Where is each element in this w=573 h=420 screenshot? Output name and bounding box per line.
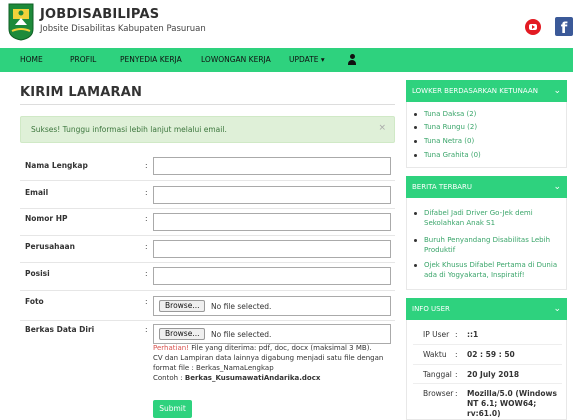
nav-update-dropdown[interactable]: UPDATE ▾ <box>289 48 325 72</box>
colon: : <box>145 269 148 278</box>
berita-panel-title: BERITA TERBARU <box>412 183 473 191</box>
youtube-icon[interactable] <box>525 19 541 35</box>
foto-file-input[interactable]: Browse... No file selected. <box>153 296 391 316</box>
label-foto: Foto <box>25 297 44 306</box>
chevron-down-icon[interactable]: ⌄ <box>553 176 561 198</box>
colon: : <box>455 330 458 339</box>
nav-penyedia-kerja[interactable]: PENYEDIA KERJA <box>120 48 182 72</box>
berita-panel-header[interactable]: BERITA TERBARU ⌄ <box>406 176 567 198</box>
info-user-panel: IP User : ::1 Waktu : 02 : 59 : 50 Tangg… <box>406 320 567 420</box>
lowker-item[interactable]: Tuna Rungu (2) <box>413 123 477 131</box>
info-label-ip: IP User <box>423 330 450 339</box>
note-line-2: CV dan Lampiran data lainnya digabung me… <box>153 354 384 372</box>
row-divider <box>413 364 562 365</box>
kabupaten-pasuruan-logo-icon[interactable] <box>7 3 35 41</box>
success-message: Sukses! Tunggu informasi lebih lanjut me… <box>31 125 227 134</box>
row-divider <box>20 235 395 236</box>
email-input[interactable] <box>153 186 391 204</box>
row-divider <box>20 180 395 181</box>
upload-note: Perhatian! File yang diterima: pdf, doc,… <box>153 343 398 383</box>
colon: : <box>145 188 148 197</box>
news-item[interactable]: Ojek Khusus Difabel Pertama di Dunia ada… <box>414 260 565 280</box>
label-nama-lengkap: Nama Lengkap <box>25 161 88 170</box>
nama-lengkap-input[interactable] <box>153 157 391 175</box>
chevron-down-icon[interactable]: ⌄ <box>553 80 561 102</box>
nav-lowongan-kerja[interactable]: LOWONGAN KERJA <box>201 48 271 72</box>
news-item[interactable]: Buruh Penyandang Disabilitas Lebih Produ… <box>414 235 565 255</box>
row-divider <box>20 208 395 209</box>
colon: : <box>145 214 148 223</box>
note-example-file: Berkas_KusumawatiAndarika.docx <box>184 374 321 382</box>
label-perusahaan: Perusahaan <box>25 242 75 251</box>
main-navbar: HOME PROFIL PENYEDIA KERJA LOWONGAN KERJ… <box>0 48 573 72</box>
success-alert: Sukses! Tunggu informasi lebih lanjut me… <box>20 116 395 143</box>
row-divider <box>20 320 395 321</box>
lowker-panel-title: LOWKER BERDASARKAN KETUNAAN <box>412 87 538 95</box>
posisi-input[interactable] <box>153 267 391 285</box>
info-label-tanggal: Tanggal <box>423 370 452 379</box>
info-value-ip: ::1 <box>467 330 479 339</box>
nav-profil[interactable]: PROFIL <box>70 48 96 72</box>
user-icon[interactable] <box>348 54 356 66</box>
colon: : <box>455 370 458 379</box>
label-berkas-data-diri: Berkas Data Diri <box>25 325 95 334</box>
info-label-browser: Browser <box>423 389 454 398</box>
lowker-item[interactable]: Tuna Grahita (0) <box>414 151 481 159</box>
info-value-browser: Mozilla/5.0 (Windows NT 6.1; WOW64; rv:6… <box>467 389 557 420</box>
news-item[interactable]: Difabel Jadi Driver Go-Jek demi Sekolahk… <box>414 208 565 228</box>
perusahaan-input[interactable] <box>153 240 391 258</box>
lowker-item[interactable]: Tuna Netra (0) <box>413 137 474 145</box>
site-header: JOBDISABILIPAS Jobsite Disabilitas Kabup… <box>0 0 573 48</box>
row-divider <box>413 383 562 384</box>
site-subtitle: Jobsite Disabilitas Kabupaten Pasuruan <box>40 24 206 34</box>
chevron-down-icon[interactable]: ⌄ <box>553 298 561 320</box>
site-title[interactable]: JOBDISABILIPAS <box>40 7 159 22</box>
berkas-browse-button[interactable]: Browse... <box>159 328 206 340</box>
lowker-panel-header[interactable]: LOWKER BERDASARKAN KETUNAAN ⌄ <box>406 80 567 102</box>
foto-browse-button[interactable]: Browse... <box>159 300 206 312</box>
nomor-hp-input[interactable] <box>153 213 391 231</box>
row-divider <box>20 290 395 291</box>
alert-close-icon[interactable]: × <box>378 123 386 133</box>
info-value-tanggal: 20 July 2018 <box>467 370 520 379</box>
note-line-1: File yang diterima: pdf, doc, docx (maks… <box>188 344 372 352</box>
colon: : <box>145 325 148 334</box>
foto-file-status: No file selected. <box>211 302 272 311</box>
page-title: KIRIM LAMARAN <box>20 85 143 100</box>
facebook-icon[interactable]: f <box>555 17 573 36</box>
berkas-file-status: No file selected. <box>211 330 272 339</box>
colon: : <box>145 297 148 306</box>
info-user-panel-header[interactable]: INFO USER ⌄ <box>406 298 567 320</box>
colon: : <box>455 350 458 359</box>
note-example-prefix: Contoh : <box>153 374 185 382</box>
nav-home[interactable]: HOME <box>20 48 43 72</box>
row-divider <box>413 344 562 345</box>
note-warning: Perhatian! <box>153 344 189 352</box>
colon: : <box>145 161 148 170</box>
label-email: Email <box>25 188 49 197</box>
info-user-panel-title: INFO USER <box>412 305 450 313</box>
colon: : <box>455 389 458 398</box>
berkas-file-input[interactable]: Browse... No file selected. <box>153 324 391 344</box>
submit-button[interactable]: Submit <box>153 400 192 418</box>
title-divider <box>20 104 395 105</box>
info-value-waktu: 02 : 59 : 50 <box>467 350 515 359</box>
berita-panel: Difabel Jadi Driver Go-Jek demi Sekolahk… <box>406 198 567 290</box>
label-nomor-hp: Nomor HP <box>25 214 68 223</box>
label-posisi: Posisi <box>25 269 50 278</box>
lowker-item[interactable]: Tuna Daksa (2) <box>413 110 476 118</box>
lowker-panel: Tuna Daksa (2) Tuna Rungu (2) Tuna Netra… <box>406 102 567 168</box>
colon: : <box>145 242 148 251</box>
row-divider <box>20 262 395 263</box>
info-label-waktu: Waktu <box>423 350 447 359</box>
